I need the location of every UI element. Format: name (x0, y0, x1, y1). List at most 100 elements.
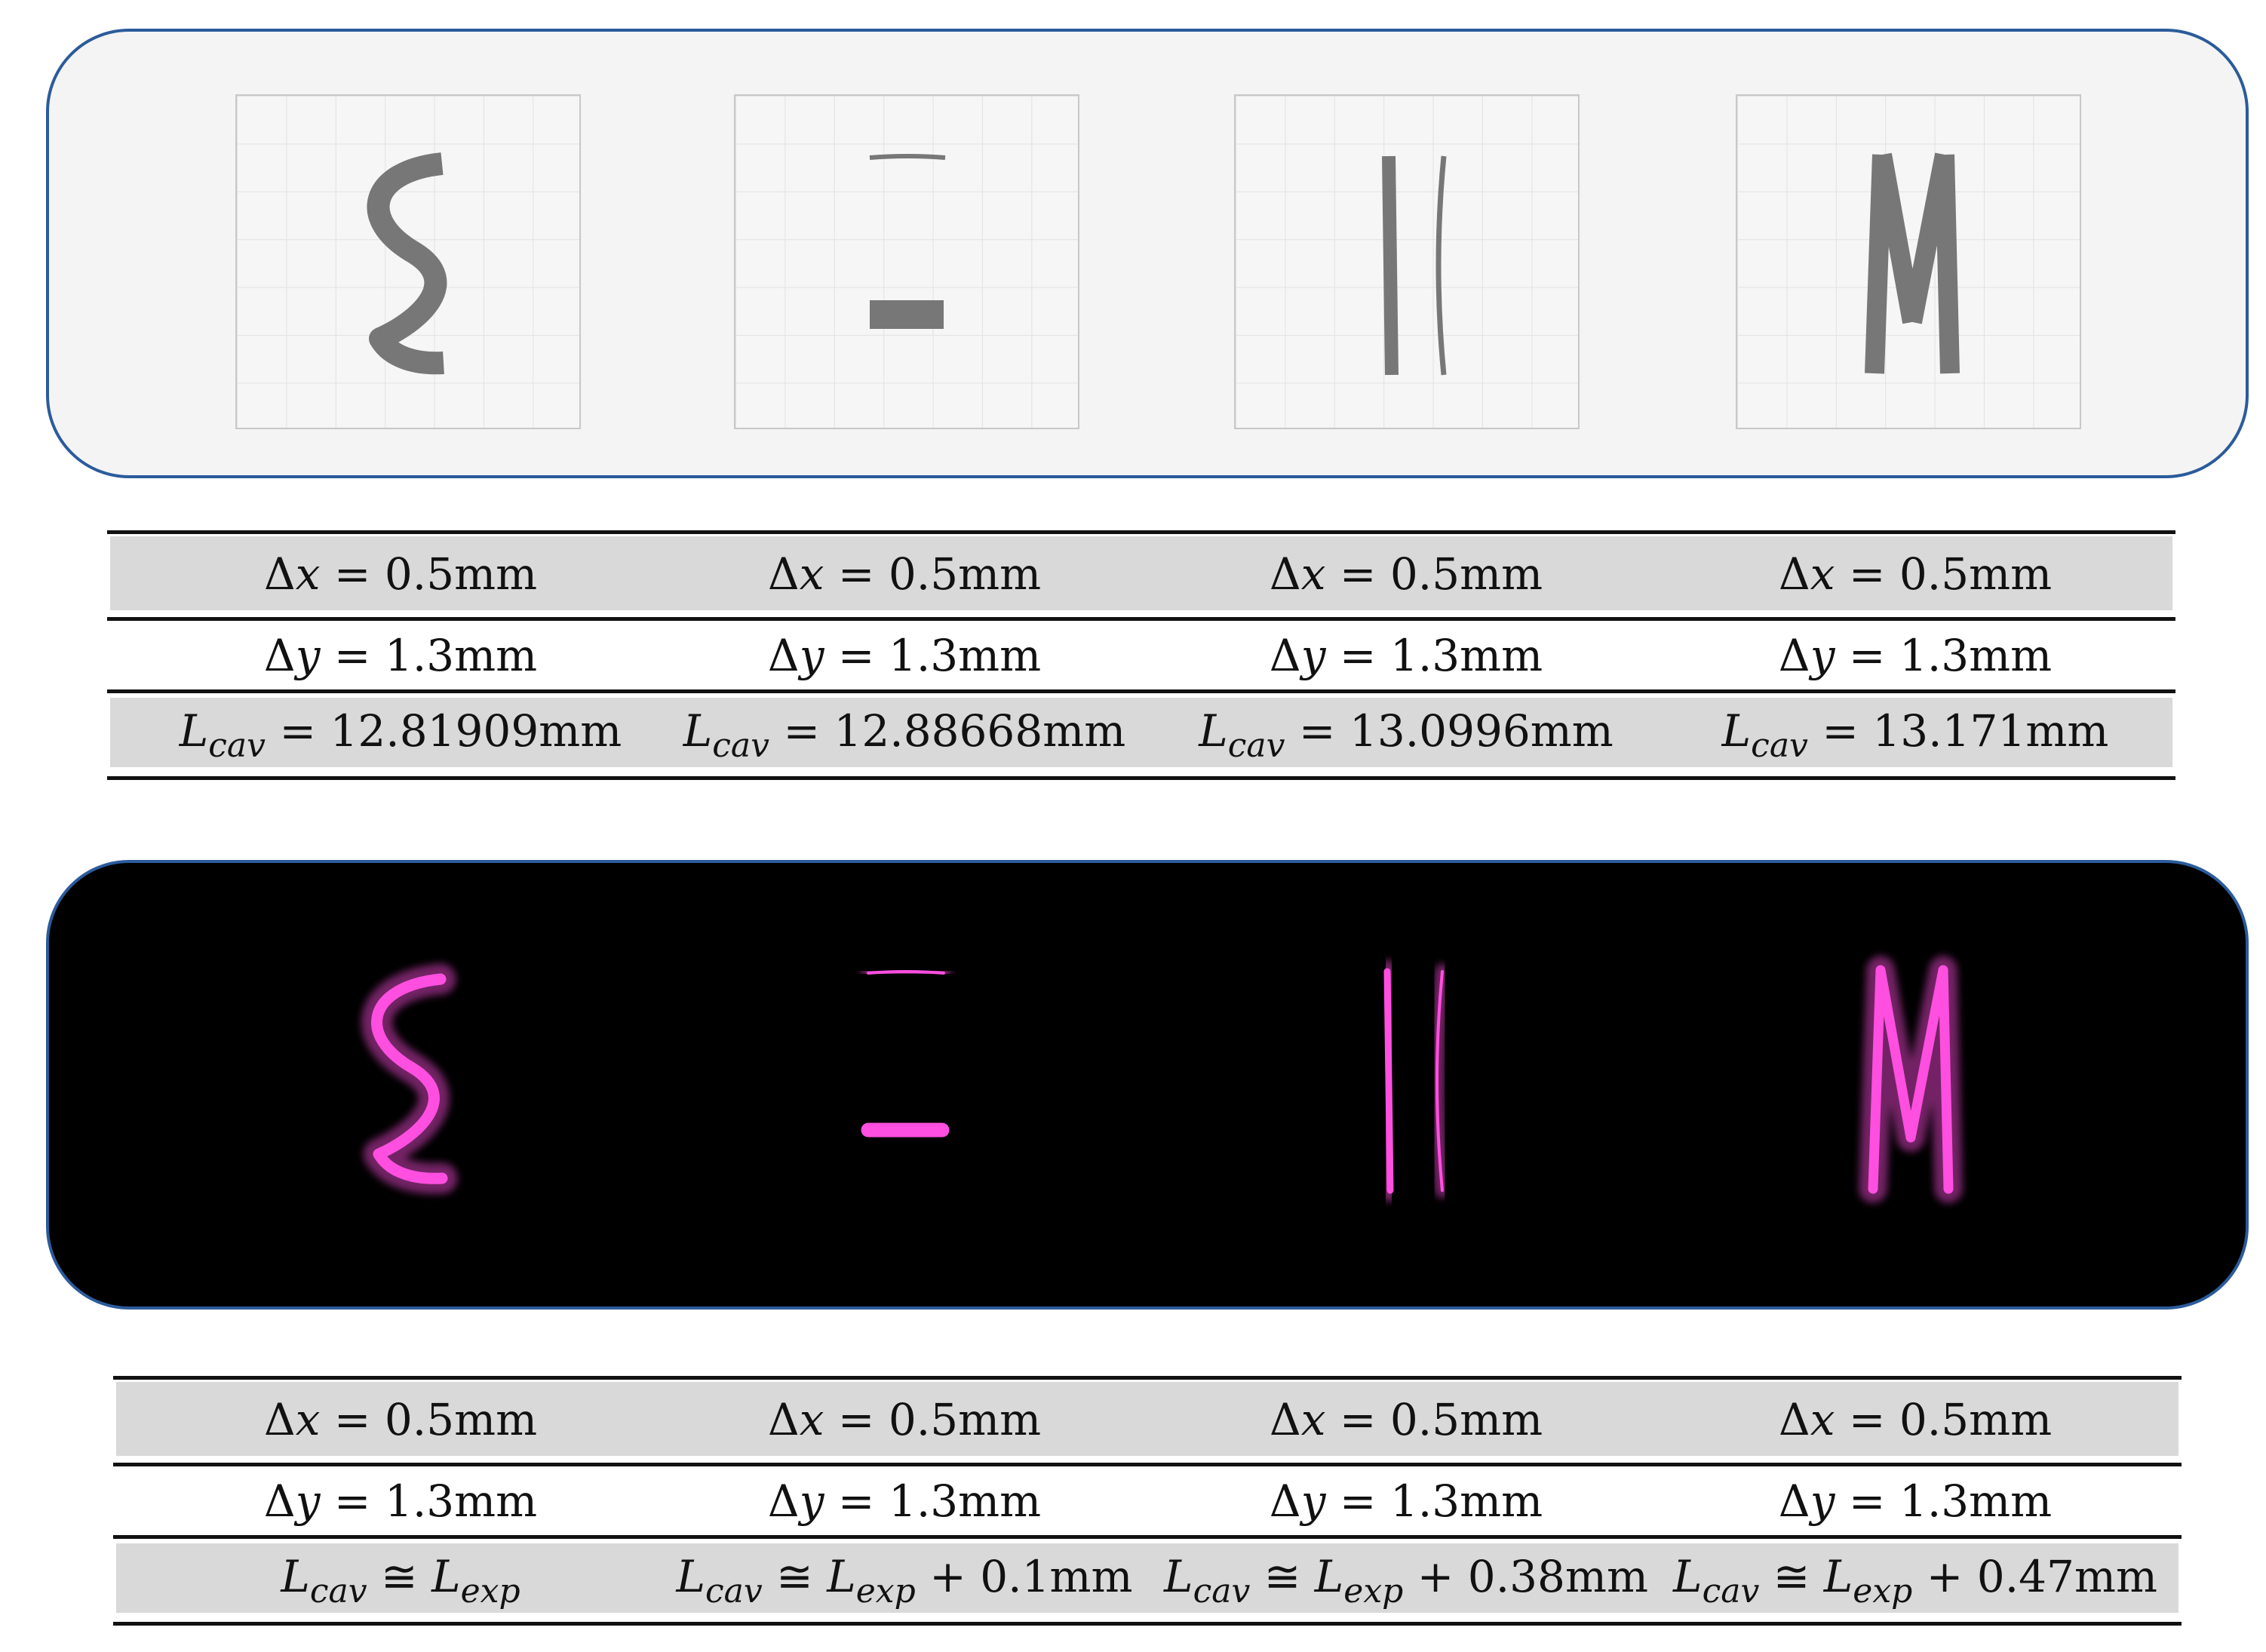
formula-text: + 0.47mm (1912, 1551, 2157, 1602)
subscript-text: cav (712, 726, 770, 765)
formula-text: L (1164, 1551, 1193, 1602)
simulation-image-4 (1736, 94, 2081, 429)
formula-text: Δ (767, 1475, 800, 1527)
formula-text: = 0.5mm (320, 1394, 538, 1445)
formula-text: = 12.88668mm (769, 705, 1126, 757)
formula-text: Δ (767, 630, 800, 681)
table-cell: Δx = 0.5mm (648, 1382, 1161, 1457)
formula-text: y (799, 1475, 824, 1527)
s-curve-shape (361, 963, 458, 1194)
formula-text: Δ (1778, 1475, 1810, 1527)
table-row: Lcav ≅ Lexp Lcav ≅ Lexp + 0.1mm Lcav ≅ Lex… (113, 1539, 2182, 1614)
subscript-text: cav (1751, 726, 1808, 765)
formula-text: = 13.0996mm (1285, 705, 1614, 757)
formula-text: Δ (263, 1394, 296, 1445)
s-curve-shape (367, 152, 447, 375)
formula-text: + 0.38mm (1403, 1551, 1648, 1602)
formula-text: L (281, 1551, 310, 1602)
formula-text: Δ (1778, 1394, 1810, 1445)
line-and-block-shape (849, 964, 961, 1149)
formula-text: = 1.3mm (1325, 1475, 1543, 1527)
table-cell: Lcav = 13.0996mm (1150, 693, 1663, 769)
formula-text: Δ (263, 630, 296, 681)
subscript-text: cav (1227, 726, 1285, 765)
formula-text: L (1673, 1551, 1703, 1602)
formula-text: Δ (1269, 548, 1301, 600)
subscript-text: cav (1193, 1572, 1251, 1611)
table-cell: Lcav ≅ Lexp (144, 1539, 657, 1614)
m-shape-shape (1859, 956, 1963, 1203)
formula-text: L (1199, 705, 1228, 757)
table-cell: Lcav = 12.88668mm (648, 693, 1161, 769)
table-row: Δy = 1.3mm Δy = 1.3mm Δy = 1.3mm Δy = 1.3mm (107, 618, 2175, 693)
table-cell: Δy = 1.3mm (144, 618, 657, 693)
subscript-text: cav (208, 726, 266, 765)
formula-text: Δ (1269, 630, 1301, 681)
table-cell: Δx = 0.5mm (144, 1382, 657, 1457)
table-rule (113, 1622, 2182, 1626)
formula-text: y (1810, 630, 1835, 681)
table-rule (107, 776, 2175, 780)
table-cell: Δx = 0.5mm (1659, 536, 2172, 612)
formula-text: = 12.81909mm (266, 705, 622, 757)
formula-text: L (1721, 705, 1752, 757)
table-cell: Δy = 1.3mm (1659, 618, 2172, 693)
formula-text: = 0.5mm (320, 548, 538, 600)
formula-text: = 13.171mm (1807, 705, 2109, 757)
formula-text: x (1810, 548, 1835, 600)
formula-text: = 1.3mm (1325, 630, 1543, 681)
formula-text: = 0.5mm (824, 1394, 1042, 1445)
formula-text: x (1810, 1394, 1835, 1445)
formula-text: = 0.5mm (1325, 1394, 1543, 1445)
formula-text: y (799, 630, 824, 681)
subscript-text: exp (1343, 1572, 1404, 1611)
formula-text: y (1300, 630, 1326, 681)
formula-text: Δ (767, 548, 800, 600)
formula-text: ≅ (1759, 1551, 1824, 1602)
table-cell: Lcav = 12.81909mm (144, 693, 657, 769)
formula-text: x (1300, 1394, 1326, 1445)
table-cell: Δy = 1.3mm (144, 1463, 657, 1539)
simulation-image-3 (1234, 94, 1580, 429)
subscript-text: exp (460, 1572, 520, 1611)
formula-text: x (295, 1394, 321, 1445)
subscript-text: exp (1853, 1572, 1913, 1611)
formula-text: Δ (1778, 630, 1810, 681)
table-cell: Δy = 1.3mm (648, 1463, 1161, 1539)
table-cell: Lcav ≅ Lexp + 0.38mm (1150, 1539, 1663, 1614)
line-and-block-shape (869, 154, 946, 329)
formula-text: = 0.5mm (1835, 1394, 2053, 1445)
subscript-text: exp (855, 1572, 916, 1611)
formula-text: x (1300, 548, 1326, 600)
formula-text: y (295, 630, 321, 681)
two-vertical-lines-shape (1382, 155, 1447, 376)
experiment-image-4 (1736, 911, 2081, 1246)
formula-text: = 1.3mm (320, 1475, 538, 1527)
table-cell: Δy = 1.3mm (648, 618, 1161, 693)
formula-text: = 1.3mm (824, 1475, 1042, 1527)
formula-text: = 0.5mm (1835, 548, 2053, 600)
table-cell: Δx = 0.5mm (1150, 1382, 1663, 1457)
simulation-image-2 (734, 94, 1079, 429)
formula-text: + 0.1mm (915, 1551, 1133, 1602)
table-cell: Δx = 0.5mm (1150, 536, 1663, 612)
formula-text: L (1823, 1551, 1853, 1602)
table-cell: Δx = 0.5mm (144, 536, 657, 612)
formula-text: Δ (1269, 1394, 1301, 1445)
table-cell: Lcav = 13.171mm (1659, 693, 2172, 769)
formula-text: Δ (263, 1475, 296, 1527)
table-cell: Δx = 0.5mm (648, 536, 1161, 612)
subscript-text: cav (705, 1572, 763, 1611)
formula-text: Δ (1269, 1475, 1301, 1527)
formula-text: ≅ (1250, 1551, 1315, 1602)
table-cell: Δy = 1.3mm (1659, 1463, 2172, 1539)
formula-text: = 1.3mm (1835, 630, 2053, 681)
formula-text: = 0.5mm (1325, 548, 1543, 600)
experiment-image-3 (1234, 911, 1580, 1246)
experiment-image-1 (235, 911, 581, 1246)
formula-text: = 1.3mm (824, 630, 1042, 681)
table-cell: Δy = 1.3mm (1150, 618, 1663, 693)
table-row: Lcav = 12.81909mm Lcav = 12.88668mm Lcav =… (107, 693, 2175, 769)
formula-text: L (676, 1551, 706, 1602)
formula-text: ≅ (367, 1551, 432, 1602)
